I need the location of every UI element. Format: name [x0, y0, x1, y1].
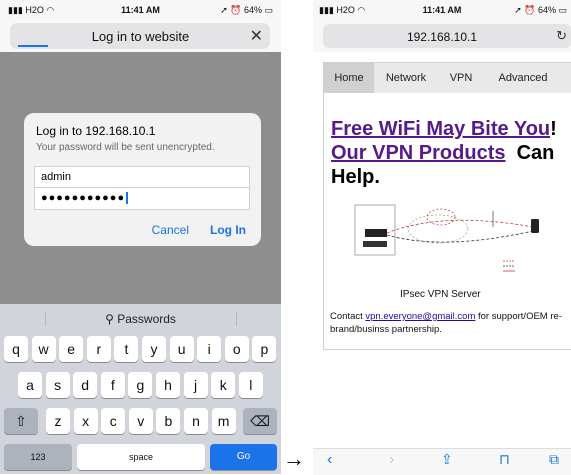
smartphone-icon [531, 219, 539, 233]
key-g[interactable]: g [128, 372, 153, 398]
dialog-title: Log in to 192.168.10.1 [36, 124, 156, 138]
space-key[interactable]: space [77, 444, 205, 470]
key-u[interactable]: u [169, 336, 194, 362]
backspace-key[interactable]: ⌫ [243, 408, 277, 434]
status-bar: ▮▮▮ H2O ◠ 11:41 AM ➚ ⏰ 64% ▭ [313, 0, 571, 20]
loading-progress [18, 45, 48, 47]
vpn-products-link[interactable]: Our VPN Products [331, 142, 505, 164]
key-y[interactable]: y [142, 336, 166, 362]
password-field[interactable]: ●●●●●●●●●●● [34, 188, 250, 210]
key-b[interactable]: b [156, 408, 181, 434]
url-text: 192.168.10.1 [406, 30, 478, 44]
password-value: ●●●●●●●●●●● [41, 192, 126, 204]
vpn-network-diagram [354, 204, 539, 272]
tab-advanced[interactable]: Advanced [484, 63, 562, 93]
key-icon: ⚲ [105, 312, 118, 326]
key-e[interactable]: e [59, 336, 84, 362]
battery-indicator: ➚ ⏰ 64% ▭ [514, 5, 567, 15]
username-field[interactable]: admin [34, 166, 250, 188]
key-t[interactable]: t [114, 336, 139, 362]
headline-text: Help. [331, 166, 380, 188]
key-n[interactable]: n [184, 408, 208, 434]
key-p[interactable]: p [252, 336, 277, 362]
back-icon[interactable]: ‹ [327, 451, 332, 469]
numbers-key[interactable]: 123 [4, 444, 72, 470]
key-j[interactable]: j [183, 372, 208, 398]
server-icon [363, 241, 387, 247]
text-cursor [126, 192, 129, 205]
headline: Free WiFi May Bite You! Our VPN Products … [331, 117, 567, 189]
diagram-caption: IPsec VPN Server [400, 289, 481, 300]
key-x[interactable]: x [73, 408, 98, 434]
router-nav-tabs: Home Network VPN Advanced [324, 63, 571, 93]
key-c[interactable]: c [101, 408, 126, 434]
free-wifi-link[interactable]: Free WiFi May Bite You [331, 118, 550, 140]
key-s[interactable]: s [45, 372, 70, 398]
status-bar: ▮▮▮ H2O ◠ 11:41 AM ➚ ⏰ 64% ▭ [0, 0, 281, 20]
battery-indicator: ➚ ⏰ 64% ▭ [220, 5, 273, 15]
browser-toolbar: ‹ › ⇪ ⊓ ⧉ [313, 448, 571, 475]
login-button[interactable]: Log In [210, 223, 246, 237]
reload-icon[interactable]: ↻ [556, 28, 567, 44]
key-z[interactable]: z [46, 408, 70, 434]
dialog-subtitle: Your password will be sent unencrypted. [36, 142, 215, 153]
tab-vpn[interactable]: VPN [438, 63, 484, 93]
encrypted-tunnel-line [386, 219, 534, 234]
key-m[interactable]: m [211, 408, 236, 434]
divider [236, 312, 237, 326]
key-a[interactable]: a [18, 372, 42, 398]
cancel-button[interactable]: Cancel [152, 223, 189, 237]
email-link[interactable]: vpn.everyone@gmail.com [365, 311, 475, 322]
key-i[interactable]: i [197, 336, 222, 362]
key-w[interactable]: w [31, 336, 56, 362]
passwords-button[interactable]: ⚲ Passwords [0, 312, 281, 326]
key-q[interactable]: q [4, 336, 28, 362]
contact-text: Contact vpn.everyone@gmail.com for suppo… [330, 311, 562, 335]
tab-home[interactable]: Home [324, 63, 374, 93]
share-icon[interactable]: ⇪ [441, 451, 453, 468]
key-r[interactable]: r [86, 336, 111, 362]
close-icon[interactable]: ✕ [250, 26, 263, 46]
login-dialog: Log in to 192.168.10.1 Your password wil… [24, 113, 261, 246]
arrow-icon: → [283, 446, 305, 471]
page-title: Log in to website [91, 29, 190, 44]
keyboard-suggestion-bar: ⚲ Passwords [0, 304, 281, 332]
address-bar[interactable]: 192.168.10.1 ↻ [313, 20, 571, 52]
threat-cloud [426, 208, 456, 226]
headline-text: Can [516, 142, 555, 164]
headline-exclamation: ! [550, 118, 557, 140]
key-h[interactable]: h [156, 372, 180, 398]
login-nav-bar: Log in to website ✕ [0, 20, 281, 52]
data-path-line [386, 230, 534, 243]
forward-icon[interactable]: › [389, 451, 394, 469]
key-f[interactable]: f [100, 372, 125, 398]
go-key[interactable]: Go [210, 444, 277, 470]
key-d[interactable]: d [73, 372, 98, 398]
internet-cloud [407, 214, 469, 244]
router-icon [365, 229, 387, 237]
key-v[interactable]: v [128, 408, 153, 434]
bookmarks-icon[interactable]: ⊓ [499, 451, 510, 468]
key-k[interactable]: k [211, 372, 236, 398]
tab-network[interactable]: Network [374, 63, 438, 93]
key-o[interactable]: o [224, 336, 249, 362]
key-l[interactable]: l [238, 372, 263, 398]
tabs-icon[interactable]: ⧉ [549, 451, 559, 468]
shift-key[interactable]: ⇧ [4, 408, 38, 434]
